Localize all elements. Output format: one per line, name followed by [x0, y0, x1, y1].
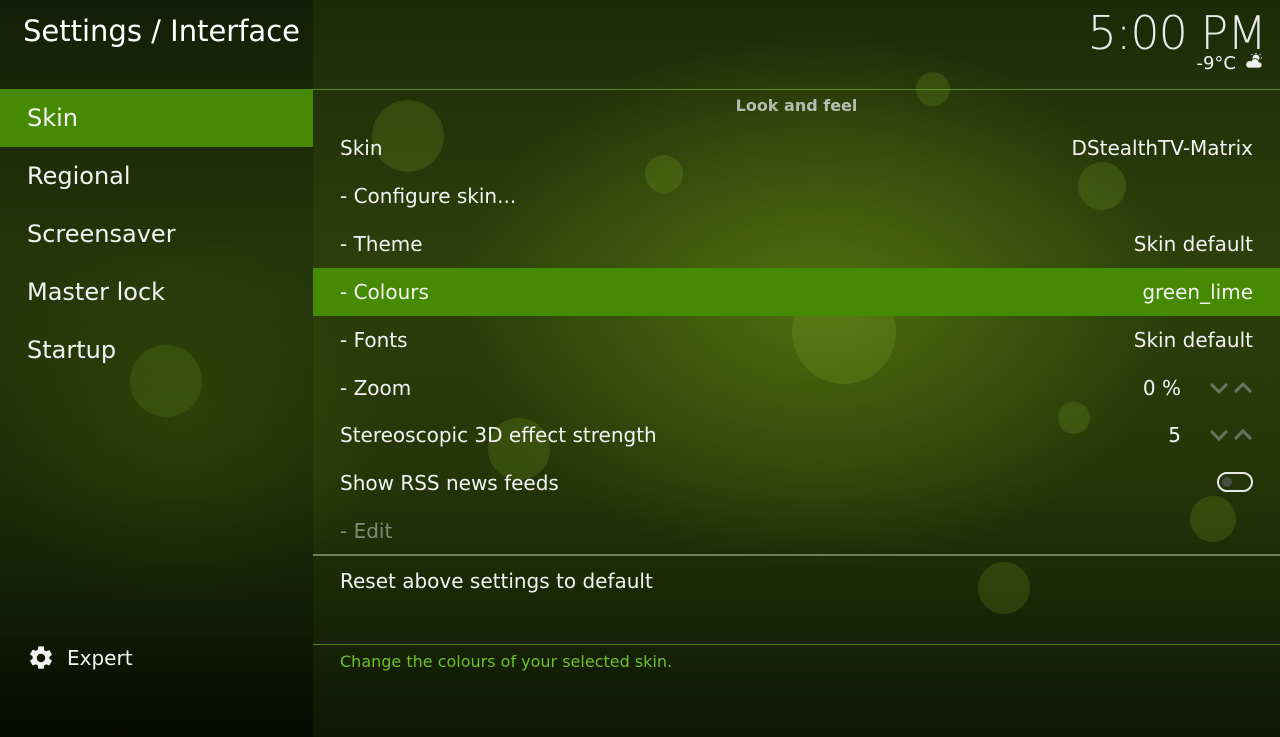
setting-zoom[interactable]: - Zoom 0 %	[313, 364, 1280, 412]
sidebar-item-skin[interactable]: Skin	[0, 89, 313, 147]
help-divider	[313, 644, 1280, 645]
setting-fonts[interactable]: - Fonts Skin default	[313, 316, 1280, 364]
reset-settings-button[interactable]: Reset above settings to default	[313, 557, 1280, 605]
chevron-up-icon[interactable]	[1233, 426, 1253, 444]
setting-value: Skin default	[1133, 232, 1253, 256]
setting-value: 5	[1168, 423, 1181, 447]
section-header: Look and feel	[735, 96, 858, 115]
settings-divider	[313, 554, 1280, 556]
setting-show-rss[interactable]: Show RSS news feeds	[313, 459, 1280, 507]
setting-stereoscopic-strength[interactable]: Stereoscopic 3D effect strength 5	[313, 411, 1280, 459]
sidebar-item-master-lock[interactable]: Master lock	[0, 263, 313, 321]
setting-configure-skin[interactable]: - Configure skin...	[313, 172, 1280, 220]
setting-label: - Zoom	[340, 376, 412, 400]
gear-icon	[27, 644, 55, 672]
setting-colours[interactable]: - Colours green_lime	[313, 268, 1280, 316]
cloud-sun-icon	[1236, 53, 1264, 74]
setting-label: - Colours	[340, 280, 429, 304]
toggle-knob	[1222, 477, 1232, 487]
setting-label: - Fonts	[340, 328, 408, 352]
stereoscopic-spinner	[1209, 426, 1253, 444]
chevron-up-icon[interactable]	[1233, 379, 1253, 397]
sidebar-item-regional[interactable]: Regional	[0, 147, 313, 205]
chevron-down-icon[interactable]	[1209, 426, 1229, 444]
zoom-spinner	[1209, 379, 1253, 397]
page-title: Settings / Interface	[23, 14, 300, 48]
header-divider	[313, 89, 1280, 90]
sidebar-item-startup[interactable]: Startup	[0, 321, 313, 379]
weather-widget: -9°C	[1196, 53, 1264, 74]
temperature: -9°C	[1196, 53, 1236, 74]
setting-label: - Configure skin...	[340, 184, 517, 208]
sidebar-item-screensaver[interactable]: Screensaver	[0, 205, 313, 263]
setting-value: green_lime	[1142, 280, 1253, 304]
clock: 5:00 PM	[1087, 6, 1267, 60]
setting-skin[interactable]: Skin DStealthTV-Matrix	[313, 124, 1280, 172]
setting-label: Stereoscopic 3D effect strength	[340, 423, 657, 447]
settings-level-label: Expert	[67, 646, 133, 670]
reset-label: Reset above settings to default	[340, 569, 653, 593]
setting-value: 0 %	[1142, 376, 1181, 400]
setting-theme[interactable]: - Theme Skin default	[313, 220, 1280, 268]
settings-level-button[interactable]: Expert	[27, 643, 133, 673]
rss-toggle[interactable]	[1217, 472, 1253, 492]
setting-edit-rss: - Edit	[313, 507, 1280, 555]
help-text: Change the colours of your selected skin…	[340, 652, 673, 671]
setting-label: Show RSS news feeds	[340, 471, 559, 495]
sidebar: Settings / Interface Skin Regional Scree…	[0, 0, 313, 737]
setting-value: DStealthTV-Matrix	[1071, 136, 1253, 160]
setting-label: Skin	[340, 136, 383, 160]
setting-label: - Theme	[340, 232, 423, 256]
setting-label: - Edit	[340, 519, 393, 543]
chevron-down-icon[interactable]	[1209, 379, 1229, 397]
setting-value: Skin default	[1133, 328, 1253, 352]
